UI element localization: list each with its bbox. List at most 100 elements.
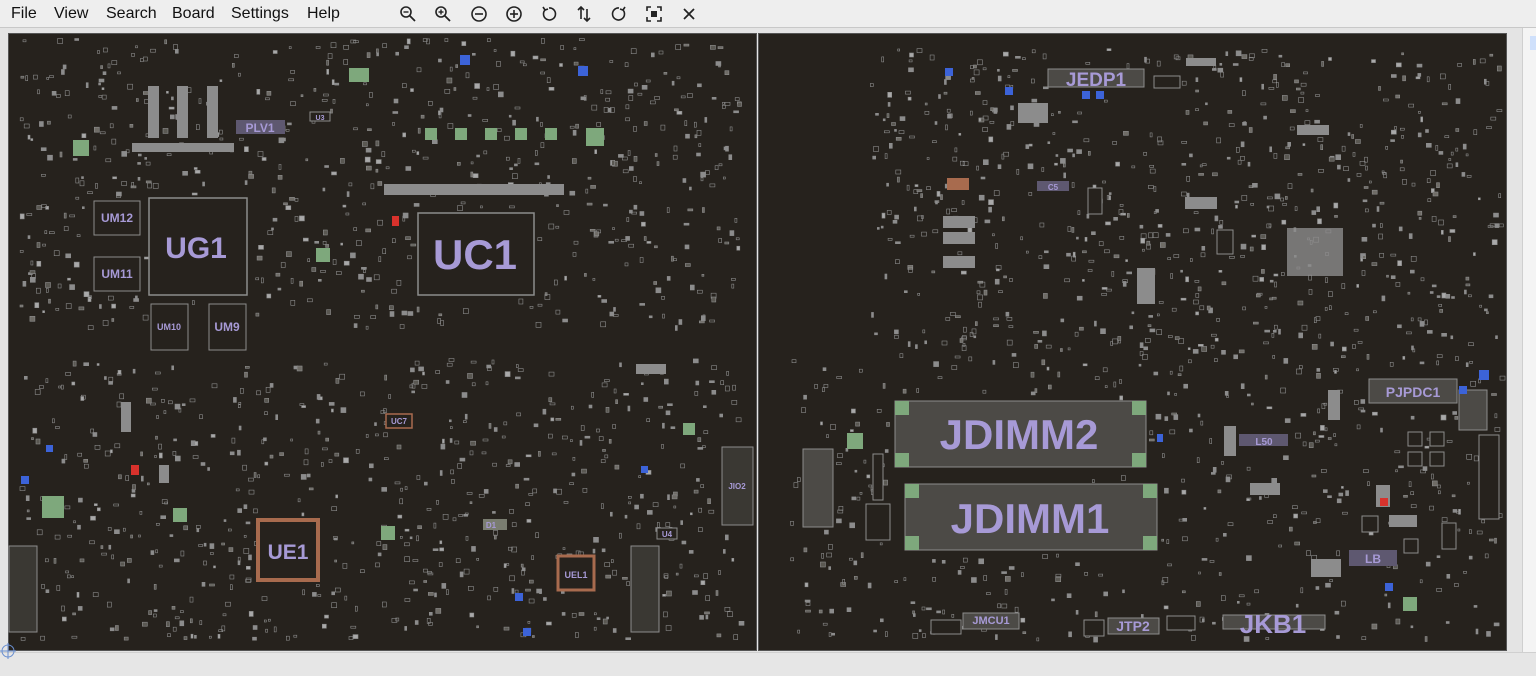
smd-pad [511, 522, 517, 527]
side-panel-marker[interactable] [1530, 36, 1536, 50]
smd-pad [514, 462, 521, 467]
smd-pad [703, 573, 708, 579]
zoom-out-circle-icon[interactable] [470, 5, 488, 23]
smd-pad [969, 110, 973, 116]
board-viewport[interactable]: UG1 UC1 UM12 UM11 UM10 UM9 UE1 UEL1 UC7 … [0, 28, 1522, 652]
menu-help[interactable]: Help [307, 5, 340, 23]
zoom-out-magnifier-icon[interactable] [399, 5, 417, 23]
smd-pad [323, 93, 329, 97]
smd-pad [1362, 255, 1366, 259]
smd-pad [446, 589, 449, 595]
smd-pad [448, 419, 452, 423]
menu-view[interactable]: View [54, 5, 88, 23]
smd-pad [1125, 259, 1128, 262]
smd-pad [582, 487, 588, 493]
smd-pad [1449, 229, 1456, 233]
zoom-in-magnifier-icon[interactable] [434, 5, 452, 23]
flip-vertical-icon[interactable] [575, 5, 593, 23]
smd-pad [1454, 583, 1459, 587]
smd-pad [571, 472, 576, 477]
smd-pad [962, 343, 966, 347]
smd-pad [1432, 191, 1439, 197]
smd-pad [886, 210, 892, 215]
smd-pad [427, 101, 433, 106]
smd-pad [1038, 255, 1043, 259]
smd-pad [944, 79, 947, 85]
smd-pad [1365, 208, 1369, 213]
menu-search[interactable]: Search [106, 5, 157, 23]
smd-pad [1499, 223, 1504, 228]
smd-pad [1025, 144, 1030, 149]
smd-pad [1308, 442, 1314, 449]
label-um12: UM12 [101, 211, 133, 225]
fit-view-icon[interactable] [645, 5, 663, 23]
smd-pad [656, 161, 660, 166]
smd-pad [946, 208, 951, 215]
smd-pad [1251, 402, 1254, 406]
smd-pad [1426, 76, 1430, 83]
smd-pad [1410, 504, 1417, 508]
smd-pad [921, 606, 926, 611]
smd-pad [1321, 469, 1327, 473]
smd-pad [1220, 71, 1224, 78]
smd-pad [454, 440, 460, 445]
smd-pad [1060, 318, 1065, 323]
smd-pad [455, 558, 461, 564]
smd-pad [404, 45, 409, 50]
smd-pad [1012, 69, 1018, 72]
smd-pad [903, 577, 907, 581]
smd-pad [822, 367, 827, 372]
smd-pad [995, 268, 1000, 272]
smd-pad [210, 434, 216, 438]
smd-pad [678, 319, 683, 325]
smd-pad [1155, 413, 1162, 420]
smd-pad [704, 117, 708, 123]
zoom-in-circle-icon[interactable] [505, 5, 523, 23]
smd-pad [1341, 145, 1346, 152]
smd-pad [55, 426, 60, 429]
smd-pad [724, 102, 731, 106]
smd-pad [1336, 635, 1340, 639]
smd-pad [77, 524, 81, 530]
smd-pad [1189, 428, 1193, 433]
smd-pad [1115, 161, 1120, 167]
menu-board[interactable]: Board [172, 5, 215, 23]
smd-pad [55, 307, 60, 311]
smd-pad [600, 459, 606, 463]
smd-pad [982, 389, 987, 394]
rotate-right-icon[interactable] [610, 5, 628, 23]
menu-settings[interactable]: Settings [231, 5, 289, 23]
smd-pad [626, 581, 630, 586]
smd-pad [381, 601, 387, 608]
pcb-canvas[interactable]: UG1 UC1 UM12 UM11 UM10 UM9 UE1 UEL1 UC7 … [0, 28, 1522, 652]
smd-pad [734, 97, 740, 101]
smd-pad [29, 315, 36, 322]
smd-pad [627, 405, 631, 412]
smd-pad [95, 183, 98, 189]
smd-pad [1263, 115, 1267, 120]
smd-pad [440, 443, 446, 450]
smd-pad [196, 525, 201, 529]
smd-pad [692, 358, 699, 364]
smd-pad [1101, 287, 1108, 290]
smd-pad [680, 95, 686, 99]
smd-pad [1361, 270, 1366, 276]
smd-pad [1446, 163, 1453, 169]
smd-pad [20, 75, 25, 79]
smd-pad [918, 629, 922, 632]
smd-pad [569, 482, 574, 486]
layer-side-panel[interactable] [1522, 28, 1536, 652]
smd-pad [1246, 555, 1252, 561]
rotate-left-icon[interactable] [540, 5, 558, 23]
smd-pad [1274, 193, 1281, 200]
close-icon[interactable] [680, 5, 698, 23]
menu-file[interactable]: File [11, 5, 37, 23]
smd-pad [1219, 220, 1224, 225]
smd-pad [942, 609, 945, 615]
smd-pad [272, 217, 278, 222]
smd-pad [961, 200, 965, 205]
smd-pad [922, 329, 926, 334]
smd-pad [1031, 98, 1038, 103]
smd-pad [280, 262, 286, 268]
smd-pad [639, 181, 642, 184]
